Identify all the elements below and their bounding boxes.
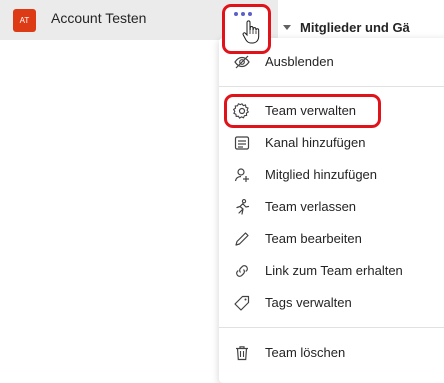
link-icon — [233, 262, 251, 280]
menu-item-label: Tags verwalten — [265, 295, 352, 310]
hide-icon — [233, 53, 251, 71]
add-channel-icon — [233, 134, 251, 152]
team-avatar: AT — [13, 9, 36, 32]
menu-item-label: Ausblenden — [265, 54, 334, 69]
trash-icon — [233, 344, 251, 362]
menu-item-add-member[interactable]: Mitglied hinzufügen — [219, 159, 444, 191]
menu-item-get-link[interactable]: Link zum Team erhalten — [219, 255, 444, 287]
menu-item-add-channel[interactable]: Kanal hinzufügen — [219, 127, 444, 159]
menu-divider — [219, 327, 444, 328]
menu-item-delete-team[interactable]: Team löschen — [219, 337, 444, 369]
chevron-down-icon[interactable] — [283, 25, 291, 30]
menu-item-label: Link zum Team erhalten — [265, 263, 403, 278]
more-icon — [234, 12, 252, 16]
hand-cursor-icon — [242, 20, 260, 49]
menu-item-leave-team[interactable]: Team verlassen — [219, 191, 444, 223]
menu-item-label: Team bearbeiten — [265, 231, 362, 246]
annotation-highlight — [224, 94, 381, 128]
menu-divider — [219, 86, 444, 87]
tag-icon — [233, 294, 251, 312]
menu-item-edit-team[interactable]: Team bearbeiten — [219, 223, 444, 255]
menu-item-label: Team verlassen — [265, 199, 357, 214]
leave-team-icon — [233, 198, 251, 216]
menu-item-label: Kanal hinzufügen — [265, 135, 366, 150]
team-context-menu: Ausblenden Team verwalten Kanal hinzufüg… — [219, 38, 444, 383]
add-member-icon — [233, 166, 251, 184]
menu-item-manage-tags[interactable]: Tags verwalten — [219, 287, 444, 319]
more-options-button[interactable] — [222, 4, 271, 54]
menu-item-label: Mitglied hinzufügen — [265, 167, 378, 182]
team-name: Account Testen — [51, 10, 147, 26]
pencil-icon — [233, 230, 251, 248]
section-title[interactable]: Mitglieder und Gä — [300, 20, 410, 35]
menu-item-label: Team löschen — [265, 345, 346, 360]
